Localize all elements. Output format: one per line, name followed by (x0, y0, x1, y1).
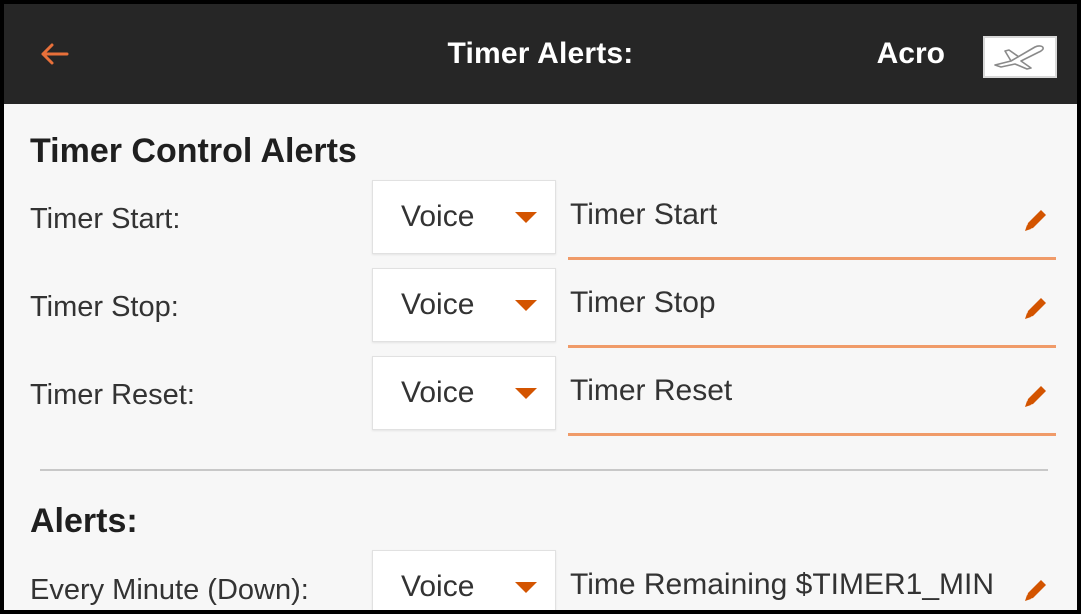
caret-down-icon (515, 212, 537, 223)
dropdown-value: Voice (401, 200, 475, 233)
alerts-heading: Alerts: (30, 502, 138, 540)
caret-down-icon (515, 300, 537, 311)
field-value: Timer Reset (570, 374, 733, 407)
dropdown-value: Voice (401, 570, 475, 603)
every-minute-mode-dropdown[interactable]: Voice (372, 550, 556, 610)
back-button[interactable] (32, 32, 76, 76)
timer-stop-label: Timer Stop: (30, 291, 179, 323)
timer-stop-text-field[interactable]: Timer Stop (568, 268, 1056, 348)
pencil-icon[interactable] (1020, 574, 1050, 604)
section-divider (40, 469, 1048, 471)
timer-start-text-field[interactable]: Timer Start (568, 180, 1056, 260)
top-bar: Timer Alerts: Acro (4, 4, 1077, 104)
timer-start-label: Timer Start: (30, 203, 181, 235)
airplane-icon (994, 45, 1044, 70)
model-image-button[interactable] (983, 36, 1057, 78)
field-value: Timer Stop (570, 286, 716, 319)
caret-down-icon (515, 582, 537, 593)
timer-reset-label: Timer Reset: (30, 379, 195, 411)
pencil-icon[interactable] (1020, 292, 1050, 322)
pencil-icon[interactable] (1020, 380, 1050, 410)
timer-reset-mode-dropdown[interactable]: Voice (372, 356, 556, 430)
screen: Timer Alerts: Acro Timer Control Alerts … (4, 4, 1077, 610)
dropdown-value: Voice (401, 376, 475, 409)
timer-stop-mode-dropdown[interactable]: Voice (372, 268, 556, 342)
model-name: Acro (876, 37, 945, 70)
arrow-left-icon (41, 43, 69, 65)
every-minute-label: Every Minute (Down): (30, 574, 309, 606)
timer-control-heading: Timer Control Alerts (30, 132, 357, 170)
dropdown-value: Voice (401, 288, 475, 321)
every-minute-text-field[interactable]: Time Remaining $TIMER1_MIN (568, 550, 1056, 610)
pencil-icon[interactable] (1020, 204, 1050, 234)
field-value: Time Remaining $TIMER1_MIN (570, 568, 994, 601)
timer-reset-text-field[interactable]: Timer Reset (568, 356, 1056, 436)
field-value: Timer Start (570, 198, 718, 231)
caret-down-icon (515, 388, 537, 399)
timer-start-mode-dropdown[interactable]: Voice (372, 180, 556, 254)
